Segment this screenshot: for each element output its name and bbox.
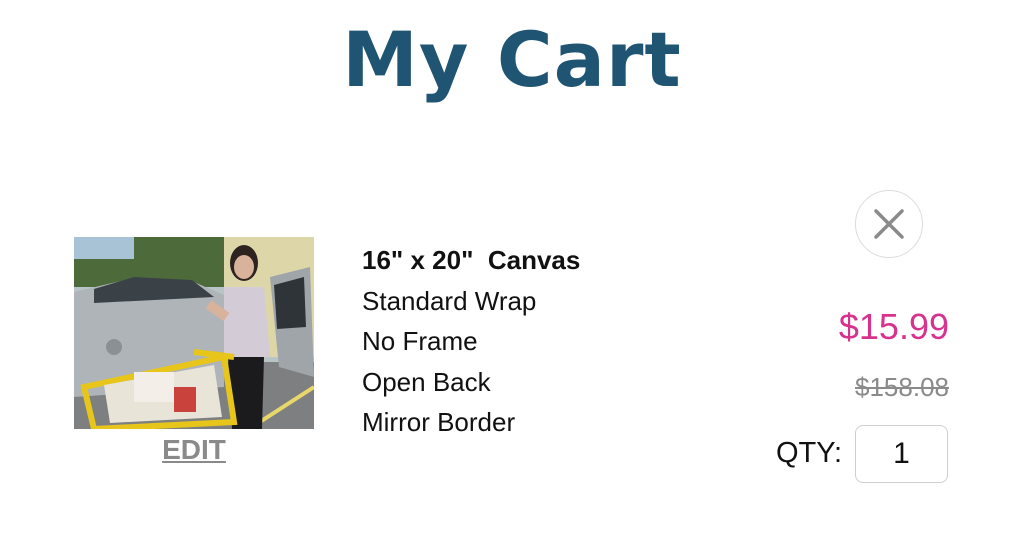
- option-back: Open Back: [362, 366, 491, 397]
- option-frame: No Frame: [362, 326, 478, 356]
- page-title: My Cart: [342, 15, 682, 104]
- option-border: Mirror Border: [362, 407, 516, 437]
- product-details: 16" x 20" Canvas Standard Wrap No Frame …: [362, 240, 580, 443]
- qty-label: QTY:: [776, 437, 843, 469]
- product-thumbnail[interactable]: [74, 237, 314, 429]
- product-size: 16" x 20" Canvas: [362, 245, 581, 275]
- edit-link[interactable]: EDIT: [74, 434, 314, 466]
- quantity-input[interactable]: [855, 425, 948, 483]
- sale-price: $15.99: [838, 306, 949, 347]
- cart-page: My Cart EDIT 16" x 20" Canvas Standard W…: [0, 0, 1024, 554]
- original-price: $158.08: [855, 372, 949, 402]
- close-icon: [874, 209, 904, 239]
- remove-item-button[interactable]: [855, 190, 923, 258]
- option-wrap: Standard Wrap: [362, 285, 537, 316]
